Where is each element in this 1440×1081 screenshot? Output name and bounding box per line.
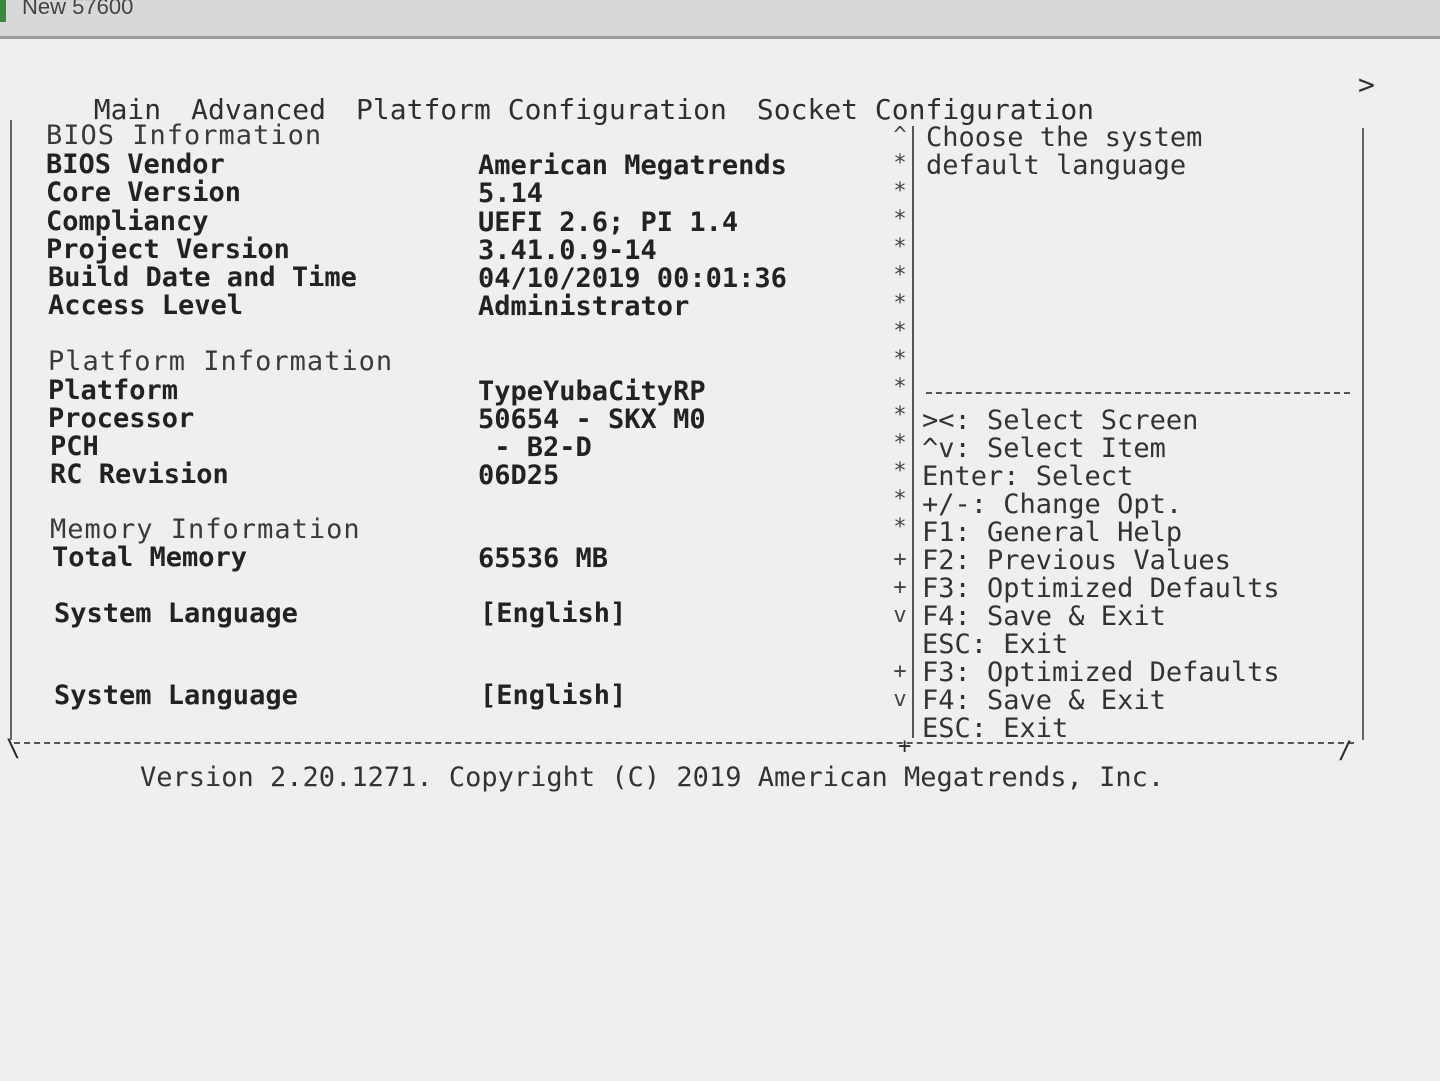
scrollbar-track[interactable]: * (890, 458, 910, 486)
help-key-save-exit-duplicate: F4: Save & Exit (922, 685, 1166, 716)
frame-bottom-border (14, 742, 1354, 744)
compliancy-value: UEFI 2.6; PI 1.4 (478, 207, 739, 238)
version-footer: Version 2.20.1271. Copyright (C) 2019 Am… (140, 762, 1165, 793)
total-memory-label: Total Memory (52, 542, 248, 573)
help-key-save-exit: F4: Save & Exit (922, 601, 1166, 632)
scrollbar-thumb[interactable]: + (890, 658, 910, 686)
processor-label: Processor (48, 403, 195, 434)
rc-revision-value: 06D25 (478, 460, 560, 491)
help-panel-separator (912, 126, 914, 738)
scrollbar-track[interactable]: * (890, 430, 910, 458)
system-language-label-duplicate[interactable]: System Language (54, 682, 298, 710)
scrollbar-track[interactable]: * (890, 402, 910, 430)
scrollbar-down-icon[interactable]: v (890, 602, 910, 630)
scrollbar-track[interactable]: * (890, 290, 910, 318)
access-level-value: Administrator (478, 291, 690, 322)
scrollbar-track[interactable]: * (890, 346, 910, 374)
help-key-change-opt: +/-: Change Opt. (922, 489, 1183, 520)
frame-corner-right: / (1338, 736, 1353, 764)
scrollbar-track[interactable]: * (890, 374, 910, 402)
help-key-optimized-defaults-duplicate: F3: Optimized Defaults (922, 657, 1280, 688)
app-icon (0, 0, 6, 22)
bios-info-header: BIOS Information (46, 120, 323, 151)
help-divider (926, 392, 1350, 394)
system-language-label[interactable]: System Language (54, 600, 298, 628)
project-version-value: 3.41.0.9-14 (478, 235, 657, 266)
frame-corner-left: \ (6, 734, 21, 762)
total-memory-value: 65536 MB (478, 543, 609, 574)
help-key-enter: Enter: Select (922, 461, 1134, 492)
scrollbar-track[interactable]: * (890, 206, 910, 234)
system-language-value[interactable]: [English] (480, 600, 626, 628)
scrollbar-track[interactable]: * (890, 150, 910, 178)
scrollbar-track[interactable]: * (890, 486, 910, 514)
help-key-select-item: ^v: Select Item (922, 433, 1166, 464)
window-title: New 57600 (22, 0, 134, 19)
help-key-esc-exit: ESC: Exit (922, 629, 1069, 660)
help-key-select-screen: ><: Select Screen (922, 405, 1199, 436)
rc-revision-label: RC Revision (50, 459, 229, 490)
project-version-label: Project Version (46, 234, 290, 265)
tab-platform-configuration[interactable]: Platform Configuration (356, 93, 727, 126)
pch-value: - B2-D (478, 432, 592, 463)
platform-info-header: Platform Information (48, 346, 394, 377)
window-titlebar: New 57600 (0, 0, 1440, 39)
build-date-label: Build Date and Time (48, 262, 357, 293)
help-key-esc-exit-duplicate: ESC: Exit (922, 713, 1069, 744)
bios-vendor-value: American Megatrends (478, 150, 787, 181)
platform-value: TypeYubaCityRP (478, 376, 706, 407)
help-key-general-help: F1: General Help (922, 517, 1183, 548)
memory-info-header: Memory Information (50, 514, 361, 545)
help-key-optimized-defaults: F3: Optimized Defaults (922, 573, 1280, 604)
scrollbar-track[interactable]: * (890, 234, 910, 262)
frame-right-border (1362, 128, 1364, 740)
frame-left-border (10, 120, 12, 740)
help-description-line-2: default language (926, 150, 1187, 181)
system-language-value-duplicate[interactable]: [English] (480, 682, 626, 710)
scrollbar-track[interactable]: * (890, 178, 910, 206)
scrollbar-track[interactable]: * (890, 318, 910, 346)
help-description-line-1: Choose the system (926, 122, 1203, 153)
processor-value: 50654 - SKX M0 (478, 404, 706, 435)
core-version-value: 5.14 (478, 178, 544, 209)
build-date-value: 04/10/2019 00:01:36 (478, 263, 787, 294)
scrollbar-up-icon[interactable]: ^ (890, 122, 910, 150)
help-key-previous-values: F2: Previous Values (922, 545, 1231, 576)
tab-scroll-right-icon[interactable]: > (1358, 68, 1375, 101)
platform-label: Platform (48, 375, 179, 406)
tab-bar: Main Advanced Platform Configuration Socket… (60, 60, 1124, 126)
scrollbar-track[interactable]: * (890, 262, 910, 290)
frame-junction: + (898, 734, 912, 759)
scrollbar-thumb[interactable]: + (890, 574, 910, 602)
scrollbar-track[interactable]: * (890, 514, 910, 542)
scrollbar-thumb[interactable]: + (890, 546, 910, 574)
pch-label: PCH (50, 431, 99, 462)
compliancy-label: Compliancy (46, 206, 209, 237)
bios-vendor-label: BIOS Vendor (46, 149, 225, 180)
access-level-label: Access Level (48, 290, 244, 321)
core-version-label: Core Version (46, 177, 242, 208)
scrollbar-down-icon[interactable]: v (890, 686, 910, 714)
